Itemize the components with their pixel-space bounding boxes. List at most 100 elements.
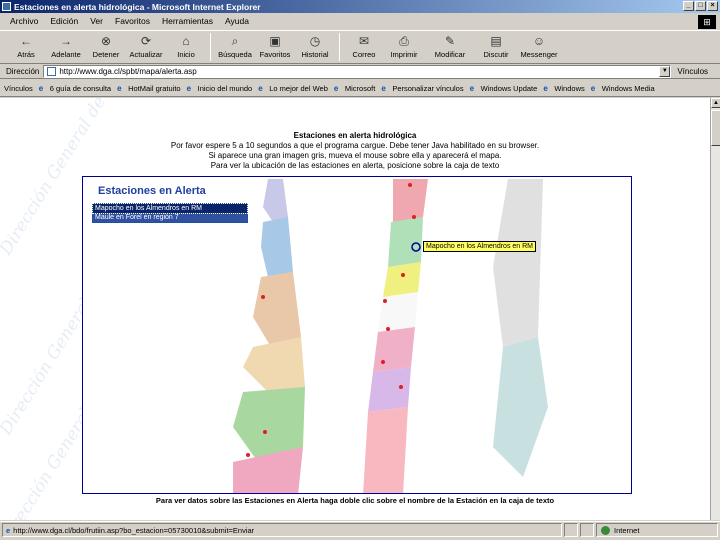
alert-station-item[interactable]: Maule en Forel en región 7 — [93, 213, 247, 222]
chile-map — [233, 179, 548, 493]
address-dropdown-icon[interactable]: ▼ — [659, 65, 671, 77]
status-bar: e http://www.dga.cl/bdo/frutiin.asp?bo_e… — [0, 521, 720, 538]
link-item[interactable]: e Lo mejor del Web — [258, 84, 328, 93]
back-arrow-icon: ← — [20, 34, 32, 48]
browser-window: Estaciones en alerta hidrológica - Micro… — [0, 0, 720, 540]
page-heading: Estaciones en alerta hidrológica — [293, 131, 417, 140]
link-item[interactable]: e HotMail gratuito — [117, 84, 181, 93]
globe-icon — [601, 525, 610, 535]
link-item[interactable]: e6 guía de consulta — [39, 84, 111, 93]
history-button[interactable]: ◷ Historial — [295, 31, 335, 63]
address-url: http://www.dga.cl/spbt/mapa/alerta.asp — [59, 66, 197, 76]
station-tooltip: Mapocho en los Almendros en RM — [423, 241, 536, 252]
intro-text: Estaciones en alerta hidrológica Por fav… — [0, 131, 710, 171]
region-3 — [253, 272, 301, 347]
link-item[interactable]: e Microsoft — [334, 84, 375, 93]
region-central-7 — [363, 407, 408, 493]
region-1 — [263, 179, 288, 222]
stop-icon: ⊗ — [100, 34, 112, 48]
menu-archivo[interactable]: Archivo — [10, 16, 38, 26]
ie-page-icon: e — [381, 83, 386, 93]
menu-ver[interactable]: Ver — [90, 16, 103, 26]
history-icon: ◷ — [309, 34, 321, 48]
refresh-button[interactable]: ⟳ Actualizar — [126, 31, 166, 63]
region-central-4 — [378, 292, 418, 332]
back-button[interactable]: ← Atrás — [6, 31, 46, 63]
search-button[interactable]: ⌕ Búsqueda — [215, 31, 255, 63]
ie-page-icon: e — [38, 83, 44, 93]
link-item[interactable]: e Personalizar vínculos — [381, 84, 463, 93]
status-text: http://www.dga.cl/bdo/frutiin.asp?bo_est… — [13, 525, 255, 535]
status-cell — [564, 523, 578, 537]
ie-page-icon: e — [469, 83, 475, 93]
forward-arrow-icon: → — [60, 34, 72, 48]
region-south-1 — [493, 179, 543, 347]
ie-page-icon: e — [6, 525, 11, 535]
region-central-2 — [388, 217, 423, 267]
window-controls: _ □ × — [683, 1, 718, 11]
page-icon — [47, 66, 57, 76]
stop-button[interactable]: ⊗ Detener — [86, 31, 126, 63]
intro-line: Si aparece una gran imagen gris, mueva e… — [208, 151, 502, 160]
alert-station-item[interactable]: Mapocho en los Almendros en RM — [92, 203, 248, 214]
intro-line: Para ver la ubicación de las estaciones … — [210, 161, 500, 170]
address-label: Dirección — [6, 66, 40, 76]
link-item[interactable]: Vínculos — [4, 84, 33, 93]
scroll-thumb[interactable] — [711, 110, 720, 146]
messenger-button[interactable]: ☺ Messenger — [516, 31, 562, 63]
favorites-icon: ▣ — [269, 34, 281, 48]
link-item[interactable]: e Windows — [543, 84, 584, 93]
zone-label: Internet — [614, 525, 640, 535]
print-icon: ⎙ — [399, 34, 409, 48]
standard-toolbar: ← Atrás → Adelante ⊗ Detener ⟳ Actualizar ⌂ I… — [0, 30, 720, 64]
menu-favoritos[interactable]: Favoritos — [115, 16, 150, 26]
menu-edicion[interactable]: Edición — [50, 16, 78, 26]
edit-icon: ✎ — [444, 34, 456, 48]
home-icon: ⌂ — [182, 34, 190, 48]
region-rm — [383, 262, 421, 297]
windows-logo-icon: ⊞ — [698, 15, 716, 29]
menu-ayuda[interactable]: Ayuda — [225, 16, 249, 26]
intro-line: Por favor espere 5 a 10 segundos a que e… — [170, 141, 540, 150]
region-4 — [243, 337, 305, 392]
region-central-6 — [368, 367, 411, 412]
ie-page-icon: e — [186, 83, 192, 93]
print-button[interactable]: ⎙ Imprimir — [384, 31, 424, 63]
alert-station-list[interactable]: Mapocho en los Almendros en RM Maule en … — [92, 203, 248, 223]
toolbar-separator — [210, 33, 211, 61]
menu-herramientas[interactable]: Herramientas — [162, 16, 213, 26]
home-button[interactable]: ⌂ Inicio — [166, 31, 206, 63]
ie-page-icon: e — [543, 83, 548, 93]
link-item[interactable]: e Inicio del mundo — [187, 84, 253, 93]
region-south-2 — [493, 337, 548, 477]
link-item[interactable]: e Windows Update — [470, 84, 538, 93]
address-input[interactable]: http://www.dga.cl/spbt/mapa/alerta.asp ▼ — [43, 64, 672, 78]
forward-button[interactable]: → Adelante — [46, 31, 86, 63]
search-icon: ⌕ — [231, 34, 239, 48]
ie-page-icon: e — [333, 83, 339, 93]
menu-bar: Archivo Edición Ver Favoritos Herramient… — [0, 14, 720, 28]
toolbar-separator — [339, 33, 340, 61]
region-2 — [261, 217, 293, 277]
region-central-5 — [373, 327, 415, 372]
link-item[interactable]: e Windows Media — [591, 84, 655, 93]
edit-button[interactable]: ✎ Modificar — [424, 31, 476, 63]
mail-icon: ✉ — [358, 34, 370, 48]
page-content: Dirección General de Aguas Dirección Gen… — [0, 98, 710, 520]
minimize-button[interactable]: _ — [683, 1, 694, 11]
discuss-icon: ▤ — [490, 34, 502, 48]
close-button[interactable]: × — [707, 1, 718, 11]
discuss-button[interactable]: ▤ Discutir — [476, 31, 516, 63]
mail-button[interactable]: ✉ Correo — [344, 31, 384, 63]
security-zone: Internet — [596, 523, 718, 537]
refresh-icon: ⟳ — [140, 34, 152, 48]
messenger-icon: ☺ — [532, 34, 546, 48]
scroll-up-icon[interactable]: ▲ — [711, 98, 720, 108]
ie-page-icon: e — [258, 83, 263, 93]
window-title: Estaciones en alerta hidrológica - Micro… — [14, 1, 261, 12]
maximize-button[interactable]: □ — [695, 1, 706, 11]
links-label[interactable]: Vínculos — [677, 67, 708, 76]
favorites-button[interactable]: ▣ Favoritos — [255, 31, 295, 63]
map-applet[interactable]: Estaciones en Alerta Mapocho en los Alme… — [82, 176, 632, 494]
vertical-scrollbar[interactable]: ▲ — [710, 98, 720, 520]
